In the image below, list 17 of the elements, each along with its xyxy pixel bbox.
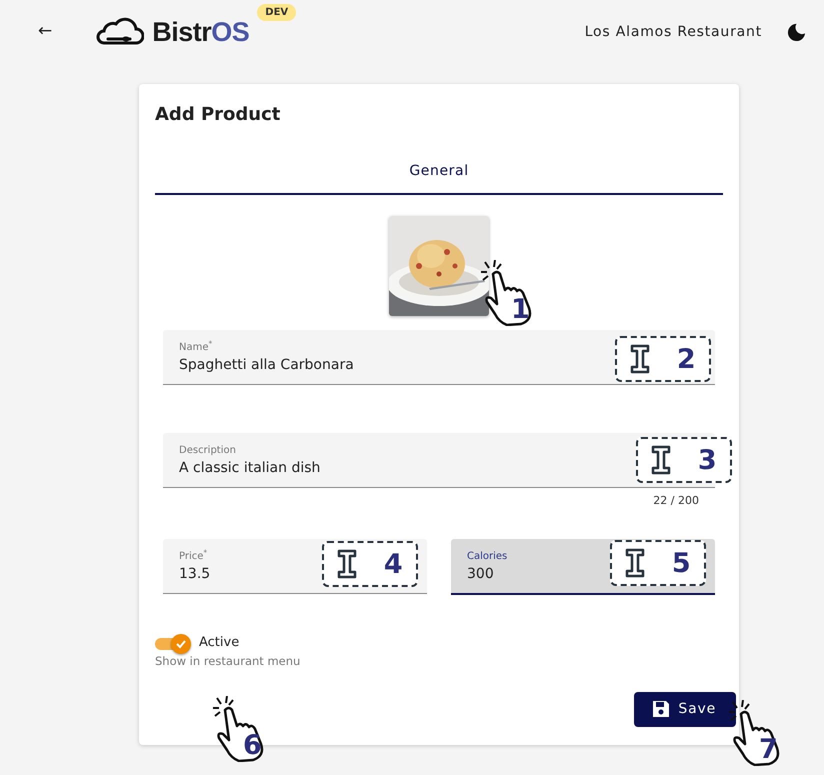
toggle-label: Active [199,634,240,652]
step-number: 7 [759,736,778,763]
field-label: Name$^{*}$ [179,340,212,355]
character-counter: 22 / 200 [652,492,700,509]
card-title: Add Product [155,104,282,126]
step-number: 6 [243,732,262,759]
step-number: 2 [676,346,696,372]
step-number: 3 [698,446,717,474]
field-label: Price$^{*}$ [179,550,208,564]
environment-badge: DEV [257,4,296,21]
field-label: Description [179,444,236,458]
step-number: 4 [384,550,403,578]
brand-logo: BistrOS [152,16,250,49]
step-number: 1 [511,296,530,323]
field-label: Calories [467,550,508,564]
step-number: 5 [672,550,691,576]
hint-text: Show in restaurant menu [155,652,302,670]
